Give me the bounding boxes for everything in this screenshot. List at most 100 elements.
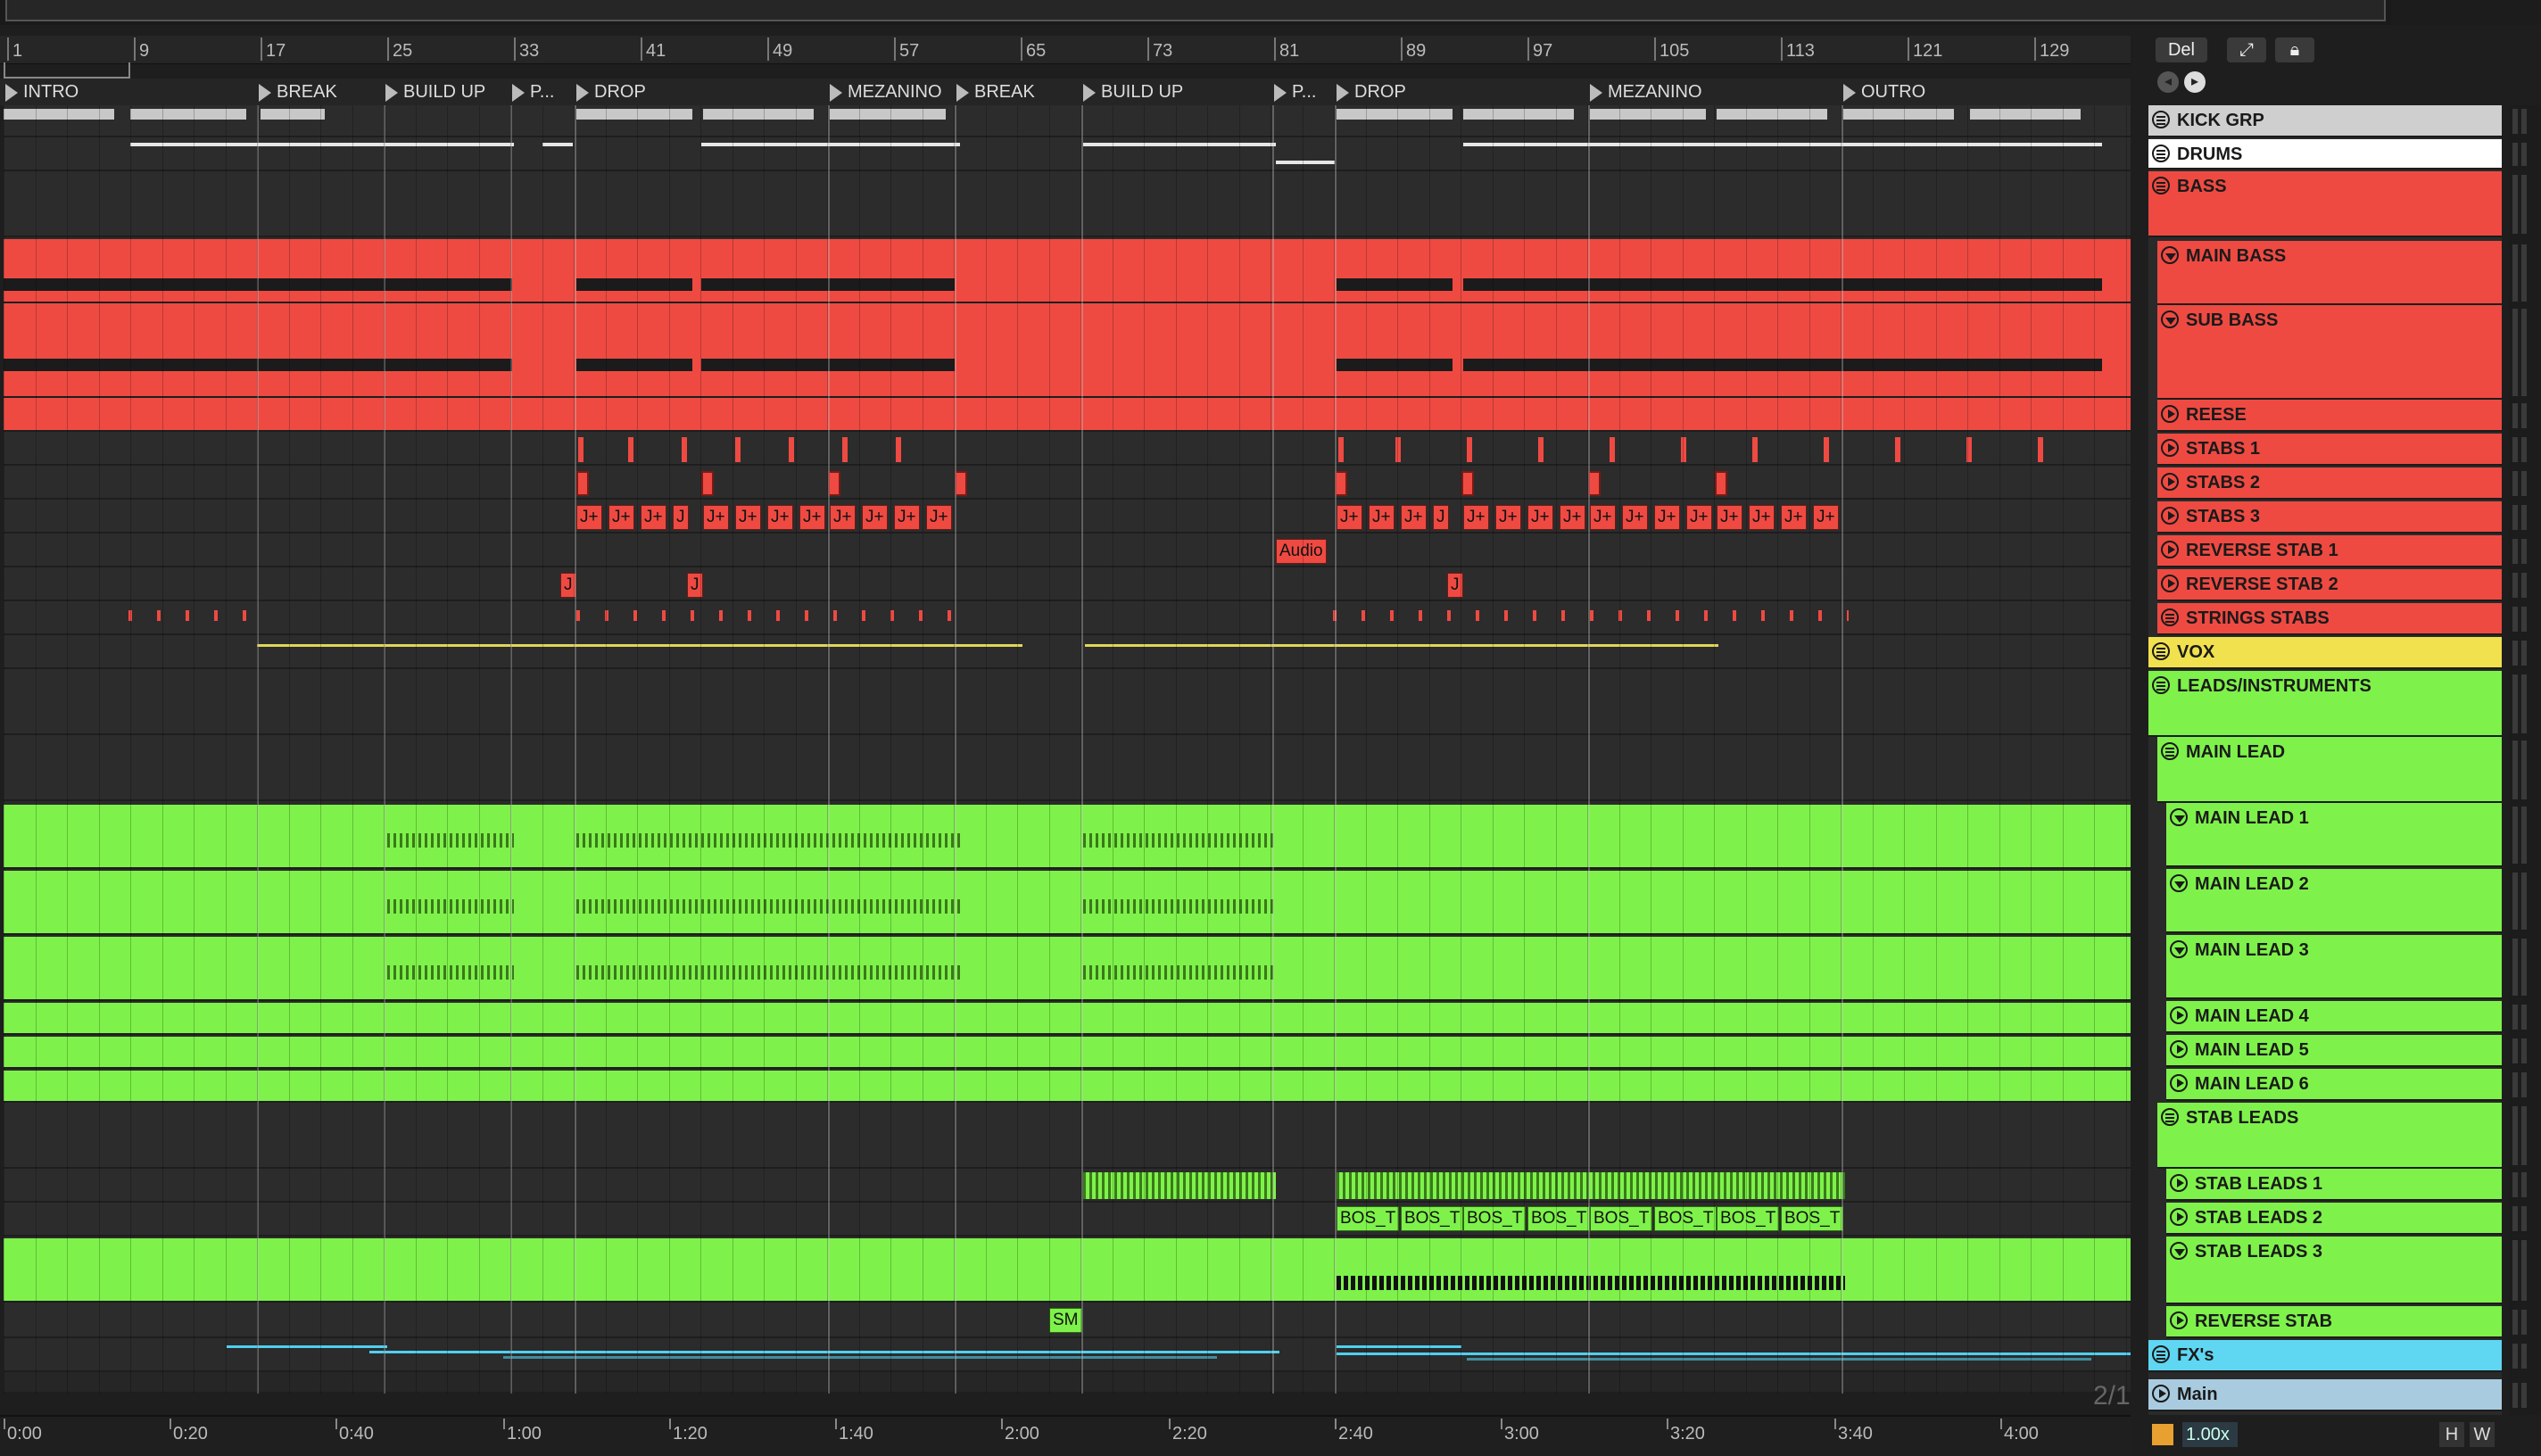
clip-label-j-plus[interactable]: J+ xyxy=(576,505,602,530)
clip[interactable] xyxy=(261,109,325,120)
fx-clip[interactable] xyxy=(1337,1345,1461,1348)
drum-clip[interactable] xyxy=(1276,161,1335,164)
clip-label-j-plus[interactable]: J+ xyxy=(1749,505,1775,530)
sub-bass-clip[interactable] xyxy=(1337,359,1453,371)
lock-icon[interactable]: 🔒︎ xyxy=(2275,37,2314,62)
stab-clip[interactable] xyxy=(1824,437,1829,462)
vox-clip[interactable] xyxy=(1337,644,1718,647)
lane-main-lead-5[interactable] xyxy=(4,1037,2131,1069)
clip-label-bos[interactable]: BOS_T xyxy=(1781,1206,1844,1231)
stab-2-clip[interactable] xyxy=(576,471,589,496)
expanded-triangle-icon[interactable] xyxy=(2170,940,2188,958)
arrangement-view[interactable]: J+ J+ J+ J J+ J+ J+ J+ J+ J+ J+ J+ J+ J+… xyxy=(4,105,2131,1394)
sub-bass-clip[interactable] xyxy=(576,359,692,371)
stab-leads-3-clip[interactable] xyxy=(1337,1276,1845,1290)
time-ruler[interactable]: 0:00 0:20 0:40 1:00 1:20 1:40 2:00 2:20 … xyxy=(0,1415,2131,1456)
collapsed-triangle-icon[interactable] xyxy=(2161,473,2179,491)
group-fold-icon[interactable] xyxy=(2152,676,2170,694)
group-fold-icon[interactable] xyxy=(2152,177,2170,194)
stab-clip[interactable] xyxy=(578,437,584,462)
expanded-triangle-icon[interactable] xyxy=(2161,310,2179,328)
stab-clip[interactable] xyxy=(1610,437,1615,462)
group-fold-icon[interactable] xyxy=(2161,742,2179,760)
lane-fxs[interactable] xyxy=(4,1338,2131,1372)
clip-label-bos[interactable]: BOS_T xyxy=(1401,1206,1464,1231)
lane-stabs-2[interactable] xyxy=(4,466,2131,500)
fx-clip[interactable] xyxy=(227,1345,387,1348)
track-header-reverse-stab-2[interactable]: REVERSE STAB 2 xyxy=(2157,569,2502,601)
main-lead-1-clip[interactable] xyxy=(387,833,514,848)
locator-strip[interactable]: INTRO BREAK BUILD UP P... DROP MEZANINO … xyxy=(0,79,2131,105)
lane-stab-leads-3[interactable] xyxy=(4,1238,2131,1303)
track-header-main-lead-6[interactable]: MAIN LEAD 6 xyxy=(2166,1069,2502,1101)
clip[interactable] xyxy=(1590,109,1706,120)
stab-clip[interactable] xyxy=(628,437,633,462)
stab-clip[interactable] xyxy=(1895,437,1900,462)
stab-clip[interactable] xyxy=(1395,437,1401,462)
stab-clip[interactable] xyxy=(1338,437,1344,462)
track-header-reese[interactable]: REESE xyxy=(2157,400,2502,432)
fx-clip[interactable] xyxy=(1337,1353,2131,1355)
clip-label-j-plus[interactable]: J+ xyxy=(703,505,729,530)
stab-clip[interactable] xyxy=(1538,437,1544,462)
clip-label-j-plus[interactable]: J+ xyxy=(1654,505,1680,530)
locator-drop[interactable]: DROP xyxy=(576,82,646,103)
expand-icon[interactable]: ⤢ xyxy=(2227,37,2266,62)
clip[interactable] xyxy=(1463,109,1574,120)
locator-intro[interactable]: INTRO xyxy=(5,82,79,103)
locator-mezanino[interactable]: MEZANINO xyxy=(830,82,942,103)
track-header-drums[interactable]: DRUMS xyxy=(2148,139,2502,170)
clip[interactable] xyxy=(1843,109,1954,120)
drum-clip[interactable] xyxy=(701,143,960,146)
expanded-triangle-icon[interactable] xyxy=(2170,808,2188,826)
main-lead-3-clip[interactable] xyxy=(387,965,514,980)
delete-button[interactable]: Del xyxy=(2156,37,2207,62)
fx-clip[interactable] xyxy=(369,1351,1279,1353)
track-header-main-lead-4[interactable]: MAIN LEAD 4 xyxy=(2166,1001,2502,1033)
collapsed-triangle-icon[interactable] xyxy=(2161,507,2179,525)
collapsed-triangle-icon[interactable] xyxy=(2161,575,2179,592)
expanded-triangle-icon[interactable] xyxy=(2161,246,2179,264)
main-lead-1-clip[interactable] xyxy=(576,833,962,848)
clip-label-j-plus[interactable]: J+ xyxy=(767,505,793,530)
clip[interactable] xyxy=(703,109,814,120)
clip-label-j-plus[interactable]: J+ xyxy=(1717,505,1742,530)
locator-drop-2[interactable]: DROP xyxy=(1337,82,1406,103)
clip-label-bos[interactable]: BOS_T xyxy=(1654,1206,1717,1231)
clip-label-j-plus[interactable]: J+ xyxy=(1590,505,1616,530)
track-header-main-lead-2[interactable]: MAIN LEAD 2 xyxy=(2166,869,2502,933)
clip[interactable] xyxy=(1717,109,1827,120)
stab-clip[interactable] xyxy=(682,437,687,462)
clip-label-j-plus[interactable]: J+ xyxy=(1560,505,1585,530)
zoom-icon[interactable] xyxy=(2152,1424,2173,1445)
track-header-main[interactable]: Main xyxy=(2148,1379,2502,1411)
strings-stab-clip[interactable] xyxy=(576,610,960,621)
locator-outro[interactable]: OUTRO xyxy=(1843,82,1925,103)
expanded-triangle-icon[interactable] xyxy=(2170,874,2188,892)
locator-p-2[interactable]: P... xyxy=(1274,82,1316,103)
clip[interactable] xyxy=(130,109,246,120)
clip-label-j-plus[interactable]: J+ xyxy=(830,505,856,530)
clip-label-j-plus[interactable]: J+ xyxy=(735,505,761,530)
collapsed-triangle-icon[interactable] xyxy=(2161,541,2179,558)
collapsed-triangle-icon[interactable] xyxy=(2152,1385,2170,1402)
loop-brace[interactable] xyxy=(4,62,130,79)
locator-break[interactable]: BREAK xyxy=(259,82,337,103)
lane-main-lead-3[interactable] xyxy=(4,937,2131,1001)
lane-main-lead[interactable] xyxy=(4,735,2131,801)
h-button[interactable]: H xyxy=(2439,1422,2464,1447)
stab-clip[interactable] xyxy=(896,437,901,462)
clip-label-bos[interactable]: BOS_T xyxy=(1337,1206,1400,1231)
drum-clip[interactable] xyxy=(542,143,573,146)
stab-2-clip[interactable] xyxy=(1461,471,1474,496)
stab-clip[interactable] xyxy=(735,437,741,462)
clip-label-bos[interactable]: BOS_T xyxy=(1527,1206,1591,1231)
stab-clip[interactable] xyxy=(2038,437,2043,462)
clip-label-j-plus[interactable]: J+ xyxy=(799,505,825,530)
group-fold-icon[interactable] xyxy=(2152,111,2170,128)
stab-2-clip[interactable] xyxy=(1335,471,1347,496)
clip-label-j-plus[interactable]: J+ xyxy=(1781,505,1807,530)
track-header-reverse-stab-1[interactable]: REVERSE STAB 1 xyxy=(2157,535,2502,567)
lane-main-lead-1[interactable] xyxy=(4,805,2131,869)
clip-label-j-plus[interactable]: J+ xyxy=(1337,505,1362,530)
